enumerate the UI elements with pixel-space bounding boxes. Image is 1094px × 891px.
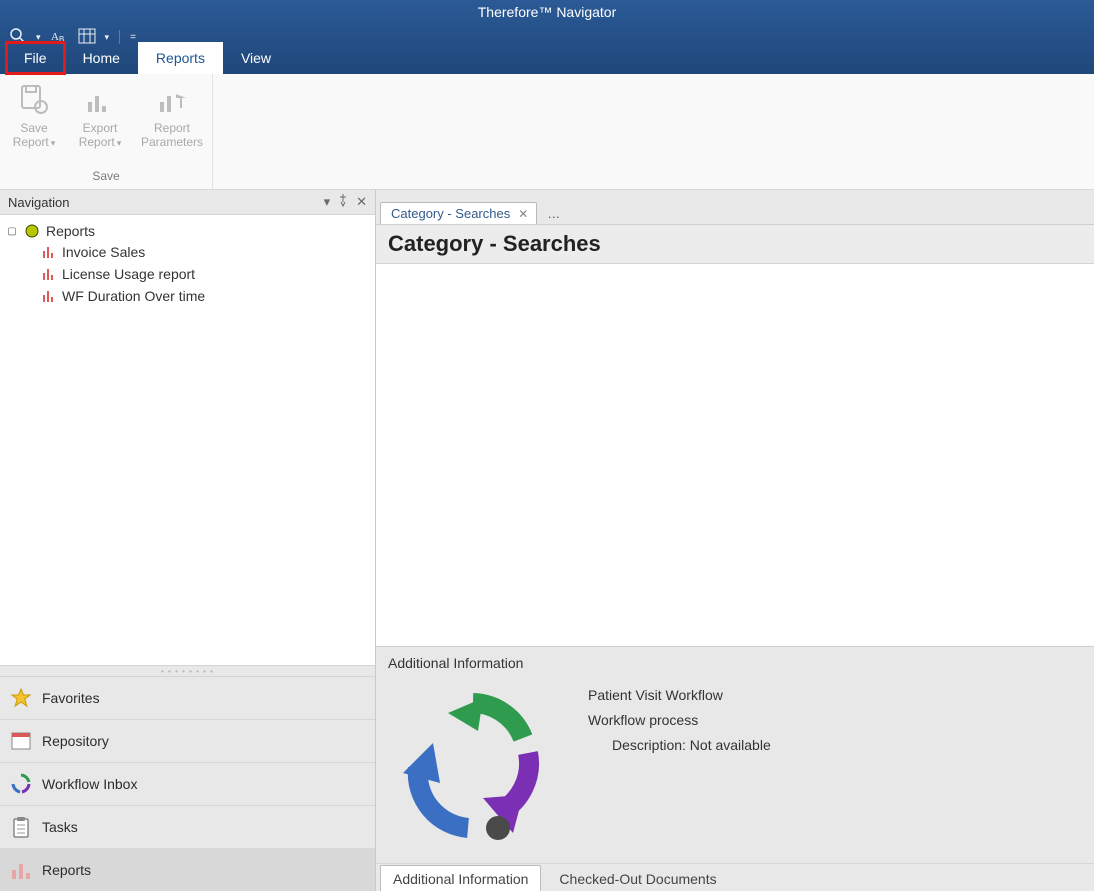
- export-report-button[interactable]: Export Report: [70, 78, 130, 167]
- tab-file[interactable]: File: [6, 42, 65, 74]
- document-tab-overflow[interactable]: …: [541, 203, 566, 224]
- tree-item-label: License Usage report: [62, 266, 195, 282]
- section-tasks[interactable]: Tasks: [0, 806, 375, 849]
- ribbon-group-label: Save: [92, 167, 119, 187]
- document-tab-searches[interactable]: Category - Searches ✕: [380, 202, 537, 224]
- pin-icon[interactable]: [338, 194, 348, 210]
- tree-item-label: Invoice Sales: [62, 244, 145, 260]
- report-parameters-button[interactable]: Report Parameters: [136, 78, 208, 167]
- section-label: Workflow Inbox: [42, 776, 137, 792]
- section-workflow-inbox[interactable]: Workflow Inbox: [0, 763, 375, 806]
- tree-item-invoice-sales[interactable]: Invoice Sales: [42, 241, 371, 263]
- document-tabs: Category - Searches ✕ …: [376, 190, 1094, 225]
- section-favorites[interactable]: Favorites: [0, 677, 375, 720]
- info-text: Patient Visit Workflow Workflow process …: [588, 683, 771, 853]
- parameters-icon: [154, 82, 190, 118]
- panel-gripper[interactable]: • • • • • • • •: [0, 665, 375, 677]
- navigation-tree: ▢ Reports Invoice Sales License: [0, 215, 375, 665]
- section-reports[interactable]: Reports: [0, 849, 375, 891]
- workspace: Navigation ▾ ✕ ▢ Reports: [0, 190, 1094, 891]
- report-icon: [42, 245, 56, 259]
- navigation-title: Navigation: [8, 195, 69, 210]
- info-tabs: Additional Information Checked-Out Docum…: [376, 863, 1094, 891]
- tree-children: Invoice Sales License Usage report WF Du…: [4, 241, 371, 307]
- close-icon[interactable]: ✕: [356, 194, 367, 210]
- ribbon: Save Report Export Report Report Paramet…: [0, 74, 1094, 190]
- report-icon: [42, 289, 56, 303]
- navigation-sections: Favorites Repository Workflow Inbox Task…: [0, 677, 375, 891]
- tab-home[interactable]: Home: [65, 42, 138, 74]
- page-heading: Category - Searches: [376, 225, 1094, 264]
- info-tab-additional[interactable]: Additional Information: [380, 865, 541, 891]
- report-parameters-label: Report Parameters: [136, 122, 208, 150]
- star-icon: [10, 687, 32, 709]
- report-icon: [42, 267, 56, 281]
- ribbon-tabs: File Home Reports View: [0, 40, 289, 74]
- section-label: Tasks: [42, 819, 78, 835]
- title-bar: ▾ AB ▾ = Therefore™ Navigator File Home …: [0, 0, 1094, 74]
- reports-node-icon: [24, 223, 40, 239]
- info-panel-title: Additional Information: [376, 646, 1094, 683]
- navigation-header: Navigation ▾ ✕: [0, 190, 375, 215]
- save-icon: [16, 82, 52, 118]
- section-label: Favorites: [42, 690, 100, 706]
- info-line-1: Patient Visit Workflow: [588, 683, 771, 708]
- tab-view[interactable]: View: [223, 42, 289, 74]
- export-icon: [82, 82, 118, 118]
- tree-item-label: WF Duration Over time: [62, 288, 205, 304]
- export-report-label: Export Report: [70, 122, 130, 150]
- page-body: [376, 264, 1094, 646]
- collapse-icon[interactable]: ▢: [6, 226, 18, 237]
- tree-item-wf-duration[interactable]: WF Duration Over time: [42, 285, 371, 307]
- tree-root-reports[interactable]: ▢ Reports: [4, 221, 371, 241]
- navigation-panel: Navigation ▾ ✕ ▢ Reports: [0, 190, 376, 891]
- content-area: Category - Searches ✕ … Category - Searc…: [376, 190, 1094, 891]
- dropdown-icon[interactable]: ▾: [324, 194, 331, 210]
- info-line-3: Description: Not available: [588, 733, 771, 758]
- section-label: Repository: [42, 733, 109, 749]
- workflow-large-icon: [388, 683, 558, 853]
- section-label: Reports: [42, 862, 91, 878]
- save-report-label: Save Report: [4, 122, 64, 150]
- app-title: Therefore™ Navigator: [0, 4, 1094, 20]
- ribbon-group-save: Save Report Export Report Report Paramet…: [0, 74, 213, 189]
- section-repository[interactable]: Repository: [0, 720, 375, 763]
- tree-root-label: Reports: [46, 223, 95, 239]
- document-tab-label: Category - Searches: [391, 206, 510, 221]
- close-icon[interactable]: ✕: [518, 207, 528, 221]
- info-line-2: Workflow process: [588, 708, 771, 733]
- reports-icon: [10, 859, 32, 881]
- info-panel-body: Patient Visit Workflow Workflow process …: [376, 683, 1094, 863]
- clipboard-icon: [10, 816, 32, 838]
- info-tab-checked-out[interactable]: Checked-Out Documents: [547, 866, 728, 891]
- tab-reports[interactable]: Reports: [138, 42, 223, 74]
- save-report-button[interactable]: Save Report: [4, 78, 64, 167]
- window-icon: [10, 730, 32, 752]
- tree-item-license-usage[interactable]: License Usage report: [42, 263, 371, 285]
- workflow-icon: [10, 773, 32, 795]
